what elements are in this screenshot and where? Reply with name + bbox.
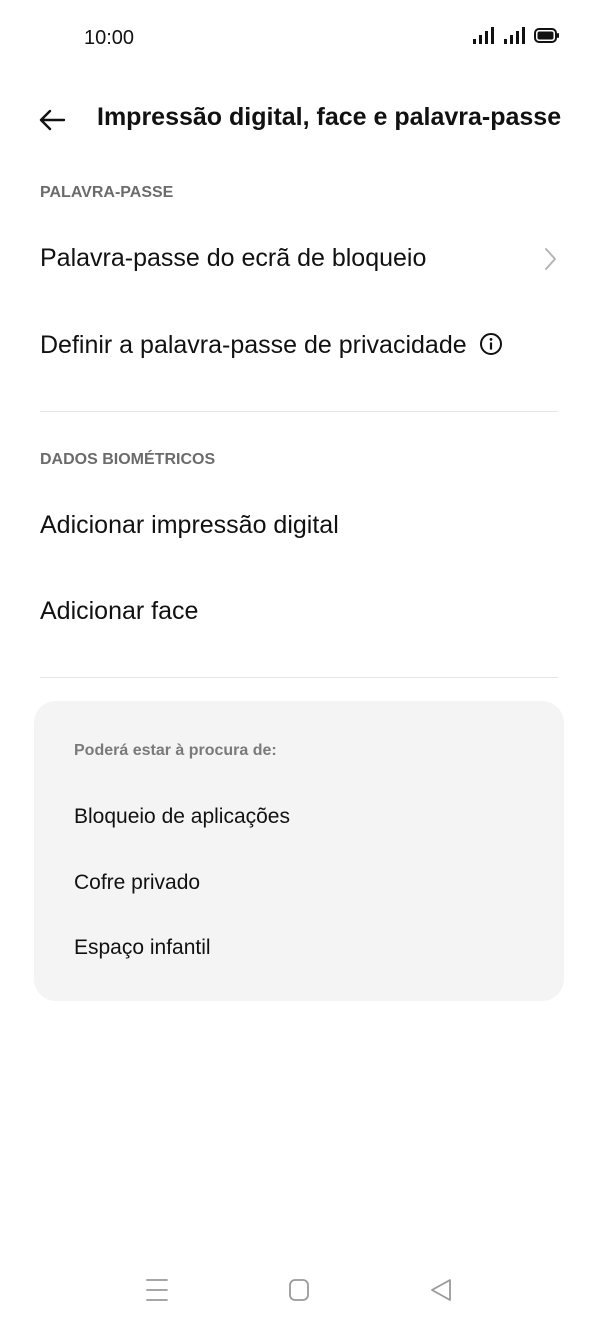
status-time: 10:00 — [84, 27, 135, 49]
status-bar: 10:00 — [0, 0, 598, 80]
suggestions-card: Poderá estar à procura de: Bloqueio de a… — [34, 701, 564, 1001]
page-title: Impressão digital, face e palavra-passe — [97, 103, 562, 131]
privacy-password-label-wrap: Definir a palavra-passe de privacidade — [40, 331, 503, 360]
app-bar: Impressão digital, face e palavra-passe — [0, 94, 598, 144]
section-header-password: PALAVRA-PASSE — [40, 184, 174, 201]
info-icon[interactable] — [479, 332, 503, 356]
home-icon[interactable] — [279, 1270, 319, 1310]
section-header-biometrics: DADOS BIOMÉTRICOS — [40, 451, 216, 468]
signal-icon — [473, 27, 494, 44]
suggestion-kid-space-link[interactable]: Espaço infantil — [74, 936, 211, 960]
section-divider — [40, 411, 558, 412]
lock-screen-password-label: Palavra-passe do ecrã de bloqueio — [40, 244, 427, 272]
navigation-bar — [0, 1260, 598, 1330]
privacy-password-item[interactable]: Definir a palavra-passe de privacidade — [0, 309, 598, 383]
signal-icon — [504, 27, 525, 44]
suggestion-private-safe-link[interactable]: Cofre privado — [74, 871, 200, 895]
suggestion-app-lock-link[interactable]: Bloqueio de aplicações — [74, 805, 290, 829]
section-divider — [40, 677, 558, 678]
back-arrow-icon[interactable] — [34, 102, 70, 138]
back-triangle-icon[interactable] — [421, 1270, 461, 1310]
add-face-label: Adicionar face — [40, 597, 199, 625]
privacy-password-label: Definir a palavra-passe de privacidade — [40, 331, 467, 359]
add-fingerprint-item[interactable]: Adicionar impressão digital — [0, 489, 598, 563]
suggestions-title: Poderá estar à procura de: — [74, 742, 277, 759]
battery-icon — [534, 27, 559, 43]
system-icons — [472, 26, 560, 44]
menu-icon[interactable] — [137, 1270, 177, 1310]
chevron-right-icon — [545, 248, 556, 270]
add-face-item[interactable]: Adicionar face — [0, 575, 598, 649]
lock-screen-password-item[interactable]: Palavra-passe do ecrã de bloqueio — [0, 222, 598, 296]
add-fingerprint-label: Adicionar impressão digital — [40, 511, 339, 539]
